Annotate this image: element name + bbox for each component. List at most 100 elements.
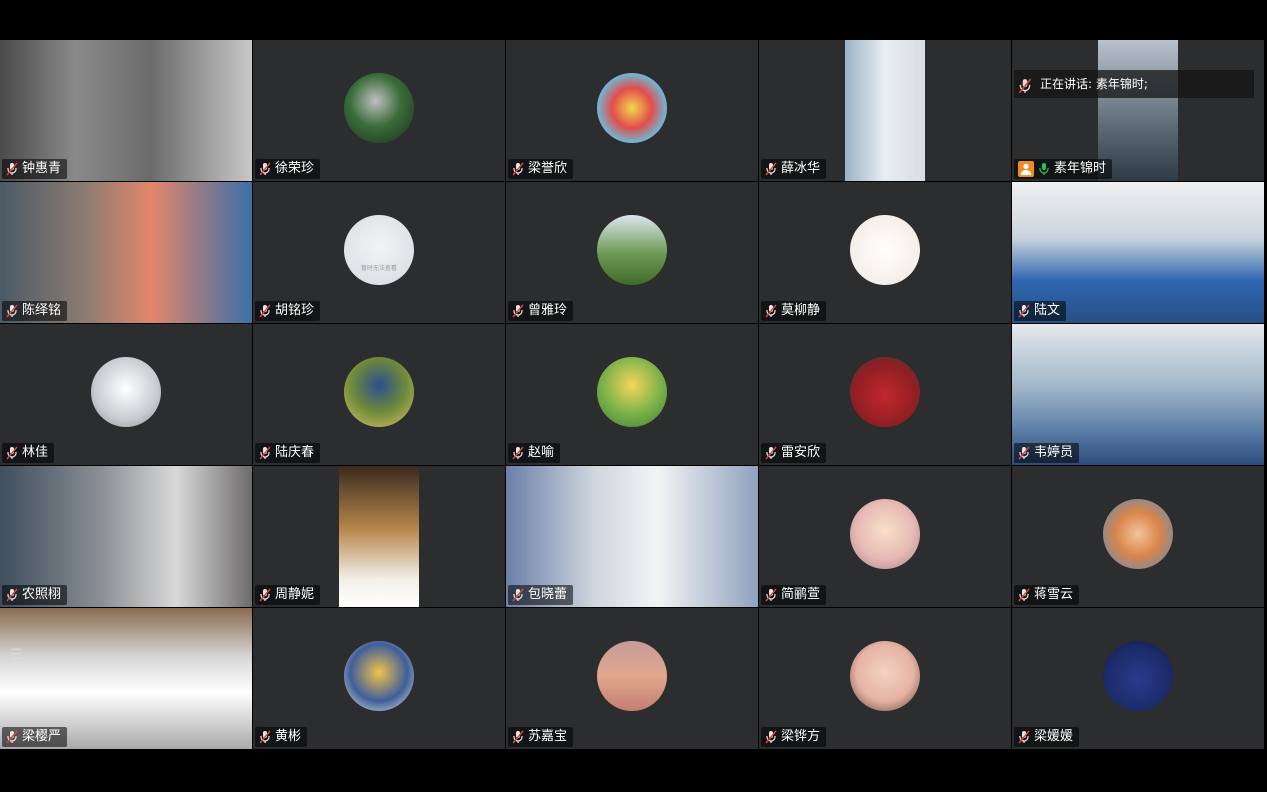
mic-muted-icon xyxy=(6,730,18,744)
participant-name: 莫柳静 xyxy=(781,303,821,318)
participant-name: 梁媛媛 xyxy=(1034,729,1074,744)
participant-avatar: 暂时无法查看 xyxy=(344,214,414,285)
participant-tile[interactable]: 林佳 xyxy=(0,324,252,465)
participant-tile[interactable]: 赵喻 xyxy=(506,324,758,465)
mic-muted-icon xyxy=(512,446,524,460)
speaking-label: 正在讲话: 素年锦时; xyxy=(1040,77,1148,91)
participant-name: 苏嘉宝 xyxy=(528,729,568,744)
participant-tile[interactable]: 素年锦时 xyxy=(1012,40,1264,181)
participant-tile[interactable]: 暂时无法查看胡铭珍 xyxy=(253,182,505,323)
participant-name: 黄彬 xyxy=(275,729,302,744)
participant-tile[interactable]: 雷安欣 xyxy=(759,324,1011,465)
participant-name-tag: 蒋雪云 xyxy=(1014,585,1080,605)
participant-tile[interactable]: 莫柳静 xyxy=(759,182,1011,323)
mic-muted-icon xyxy=(6,446,18,460)
mic-muted-icon xyxy=(259,162,271,176)
mic-muted-icon xyxy=(765,730,777,744)
participant-name: 韦婷员 xyxy=(1034,445,1074,460)
participant-name-tag: 徐荣珍 xyxy=(255,159,321,179)
participant-name-tag: 林佳 xyxy=(2,443,55,463)
menu-icon[interactable]: ☰ xyxy=(10,647,23,663)
participant-avatar xyxy=(850,356,920,427)
participant-name: 赵喻 xyxy=(528,445,555,460)
participant-tile[interactable]: 梁铧方 xyxy=(759,608,1011,749)
participant-tile[interactable]: 韦婷员 xyxy=(1012,324,1264,465)
participant-tile[interactable]: 梁誉欣 xyxy=(506,40,758,181)
mic-muted-icon xyxy=(512,304,524,318)
mic-muted-icon xyxy=(765,446,777,460)
participant-name: 素年锦时 xyxy=(1054,161,1107,176)
participant-name-tag: 苏嘉宝 xyxy=(508,727,574,747)
participant-tile[interactable]: 陆庆春 xyxy=(253,324,505,465)
speaker-muted-icon xyxy=(1018,76,1032,94)
mic-muted-icon xyxy=(765,588,777,602)
speaking-indicator: 正在讲话: 素年锦时; xyxy=(1014,70,1254,98)
participant-name: 薛冰华 xyxy=(781,161,821,176)
participant-name-tag: 包晓蕾 xyxy=(508,585,574,605)
mic-muted-icon xyxy=(1018,304,1030,318)
participant-tile[interactable]: 陆文 xyxy=(1012,182,1264,323)
participant-tile[interactable]: 薛冰华 xyxy=(759,40,1011,181)
participant-name-tag: 钟惠青 xyxy=(2,159,68,179)
mic-muted-icon xyxy=(6,304,18,318)
participant-video xyxy=(845,40,925,181)
participant-name-tag: 胡铭珍 xyxy=(255,301,321,321)
participant-tile[interactable]: 黄彬 xyxy=(253,608,505,749)
participant-name-tag: 素年锦时 xyxy=(1014,159,1113,179)
participant-name-tag: 周静妮 xyxy=(255,585,321,605)
participant-tile[interactable]: 周静妮 xyxy=(253,466,505,607)
mic-muted-icon xyxy=(1018,446,1030,460)
mic-muted-icon xyxy=(512,162,524,176)
participant-name-tag: 农照栩 xyxy=(2,585,68,605)
participant-tile[interactable]: 农照栩 xyxy=(0,466,252,607)
participant-name-tag: 简鹂萱 xyxy=(761,585,827,605)
participant-tile[interactable]: 苏嘉宝 xyxy=(506,608,758,749)
participant-name-tag: 莫柳静 xyxy=(761,301,827,321)
participant-tile[interactable]: 蒋雪云 xyxy=(1012,466,1264,607)
participant-tile[interactable]: 曾雅玲 xyxy=(506,182,758,323)
participant-name: 农照栩 xyxy=(22,587,62,602)
mic-muted-icon xyxy=(6,588,18,602)
participant-tile[interactable]: 梁樱严 xyxy=(0,608,252,749)
participant-name: 蒋雪云 xyxy=(1034,587,1074,602)
participant-avatar xyxy=(597,72,667,143)
mic-muted-icon xyxy=(765,304,777,318)
mic-muted-icon xyxy=(1018,588,1030,602)
participant-name: 雷安欣 xyxy=(781,445,821,460)
participant-tile[interactable]: 包晓蕾 xyxy=(506,466,758,607)
avatar-caption: 暂时无法查看 xyxy=(360,264,397,272)
participant-avatar xyxy=(597,356,667,427)
participant-name-tag: 黄彬 xyxy=(255,727,308,747)
participant-avatar xyxy=(91,356,161,427)
participant-tile[interactable]: 钟惠青 xyxy=(0,40,252,181)
host-icon xyxy=(1018,161,1034,177)
participant-avatar xyxy=(344,72,414,143)
participant-name: 徐荣珍 xyxy=(275,161,315,176)
participant-avatar xyxy=(1103,498,1173,569)
participant-tile[interactable]: 徐荣珍 xyxy=(253,40,505,181)
participant-tile[interactable]: 梁媛媛 xyxy=(1012,608,1264,749)
participant-name-tag: 薛冰华 xyxy=(761,159,827,179)
participant-name: 梁誉欣 xyxy=(528,161,568,176)
mic-muted-icon xyxy=(259,304,271,318)
mic-muted-icon xyxy=(259,588,271,602)
participant-name: 包晓蕾 xyxy=(528,587,568,602)
participant-avatar xyxy=(850,498,920,569)
participant-tile[interactable]: 陈绎铭 xyxy=(0,182,252,323)
participant-avatar xyxy=(850,214,920,285)
participant-avatar xyxy=(597,640,667,711)
participant-avatar xyxy=(597,214,667,285)
participant-name: 梁铧方 xyxy=(781,729,821,744)
participant-name: 梁樱严 xyxy=(22,729,62,744)
participant-name: 周静妮 xyxy=(275,587,315,602)
participant-name-tag: 曾雅玲 xyxy=(508,301,574,321)
participant-name: 胡铭珍 xyxy=(275,303,315,318)
participant-name: 钟惠青 xyxy=(22,161,62,176)
mic-muted-icon xyxy=(765,162,777,176)
participant-tile[interactable]: 简鹂萱 xyxy=(759,466,1011,607)
participant-name: 陆庆春 xyxy=(275,445,315,460)
participant-name: 曾雅玲 xyxy=(528,303,568,318)
participant-name-tag: 梁铧方 xyxy=(761,727,827,747)
mic-muted-icon xyxy=(512,730,524,744)
participant-avatar xyxy=(344,356,414,427)
